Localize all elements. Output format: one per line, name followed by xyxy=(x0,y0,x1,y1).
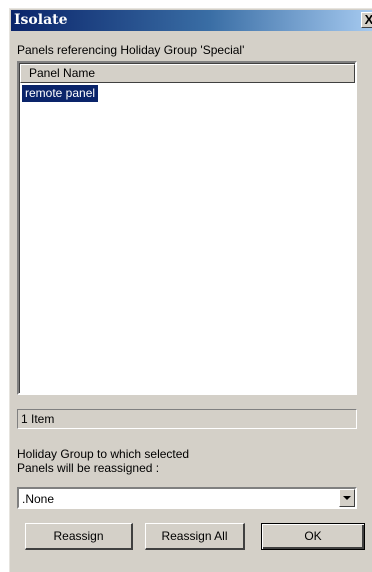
list-item[interactable]: remote panel xyxy=(22,85,99,102)
holiday-group-select[interactable]: .None xyxy=(17,487,357,509)
reassign-all-button[interactable]: Reassign All xyxy=(145,523,245,550)
reassign-button[interactable]: Reassign xyxy=(25,523,133,550)
panels-section-label: Panels referencing Holiday Group 'Specia… xyxy=(17,43,245,57)
dropdown-button[interactable] xyxy=(339,489,355,507)
reassign-label-line2: Panels will be reassigned : xyxy=(17,461,160,475)
holiday-group-value: .None xyxy=(22,492,55,506)
window-title: Isolate xyxy=(14,12,68,28)
close-button[interactable]: X xyxy=(361,12,372,28)
reassign-label: Holiday Group to which selected Panels w… xyxy=(17,447,189,475)
item-count-status: 1 Item xyxy=(17,409,357,429)
column-header-panel-name[interactable]: Panel Name xyxy=(20,64,355,83)
ok-button[interactable]: OK xyxy=(261,523,365,550)
reassign-label-line1: Holiday Group to which selected xyxy=(17,447,190,461)
title-bar[interactable]: Isolate X xyxy=(11,10,372,31)
chevron-down-icon xyxy=(343,496,351,500)
panels-list[interactable]: Panel Name remote panel xyxy=(17,61,357,395)
close-icon: X xyxy=(364,12,372,27)
